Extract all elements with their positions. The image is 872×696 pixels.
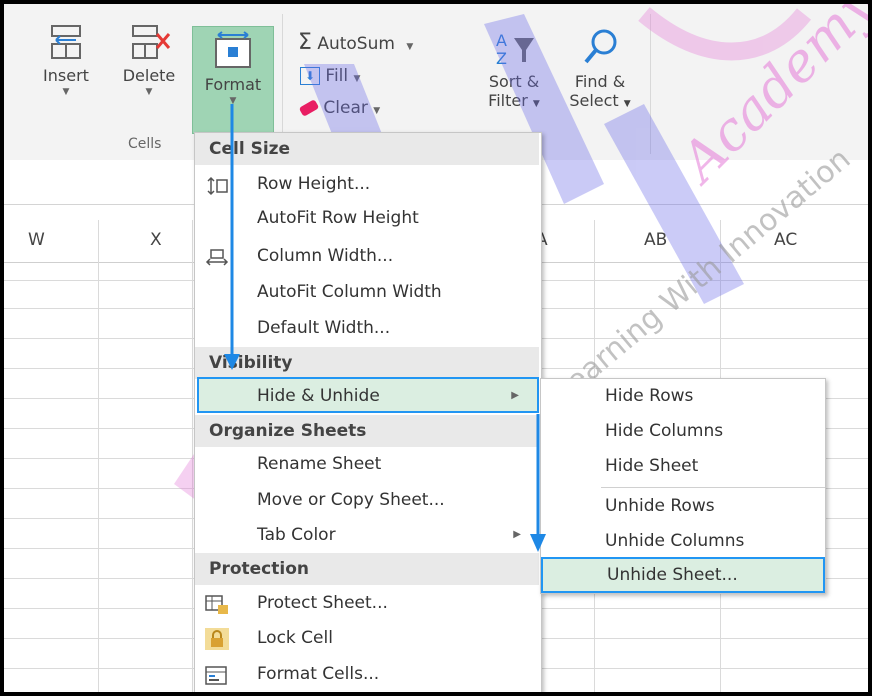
find-select-label-2: Select: [569, 91, 619, 110]
lock-icon: [205, 628, 229, 650]
sort-filter-label-1: Sort &: [488, 72, 540, 91]
menu-item-label: Row Height...: [257, 174, 371, 194]
column-header-ac[interactable]: AC: [774, 230, 797, 250]
format-label: Format: [204, 75, 262, 94]
sort-filter-button[interactable]: A Z Sort & Filter ▼: [474, 28, 554, 110]
row-height-icon: [205, 174, 229, 196]
chevron-down-icon: ▼: [229, 96, 237, 106]
chevron-down-icon: ▼: [145, 87, 153, 97]
menu-item-move-copy-sheet[interactable]: Move or Copy Sheet...: [195, 483, 539, 517]
submenu-arrow-icon: ▶: [513, 529, 521, 540]
menu-item-label: Protect Sheet...: [257, 593, 388, 613]
find-select-button[interactable]: Find & Select ▼: [560, 28, 640, 110]
menu-item-column-width[interactable]: Column Width...: [195, 239, 539, 273]
menu-item-label: AutoFit Column Width: [257, 282, 442, 302]
menu-item-label: Hide & Unhide: [257, 386, 380, 406]
format-cells-icon: [215, 31, 251, 68]
menu-item-label: AutoFit Row Height: [257, 208, 419, 228]
menu-item-label: Format Cells...: [257, 664, 380, 684]
menu-item-tab-color[interactable]: Tab Color ▶: [195, 518, 539, 552]
column-header-x[interactable]: X: [150, 230, 162, 250]
svg-text:A: A: [496, 31, 507, 50]
find-select-label-2-row: Select ▼: [560, 91, 640, 110]
menu-item-lock-cell[interactable]: Lock Cell: [195, 621, 539, 655]
chevron-down-icon: ▼: [373, 106, 381, 116]
sigma-icon: Σ: [298, 30, 312, 55]
autosum-button[interactable]: Σ AutoSum ▼: [298, 30, 413, 55]
insert-label: Insert: [43, 66, 89, 85]
submenu-item-hide-sheet[interactable]: Hide Sheet: [541, 449, 825, 484]
sort-filter-label-2: Filter: [488, 91, 528, 110]
excel-window: Insert ▼ Delete ▼ Format ▼ Cells Σ AutoS…: [4, 4, 868, 692]
autosum-label: AutoSum: [317, 34, 395, 54]
organize-sheets-header: Organize Sheets: [195, 415, 539, 447]
menu-item-label: Tab Color: [257, 525, 336, 545]
format-button[interactable]: Format ▼: [192, 26, 274, 134]
submenu-item-unhide-sheet[interactable]: Unhide Sheet...: [541, 557, 825, 593]
submenu-arrow-icon: ▶: [511, 390, 519, 401]
menu-item-hide-unhide[interactable]: Hide & Unhide ▶: [197, 377, 539, 413]
submenu-separator: [601, 487, 825, 488]
protection-header: Protection: [195, 553, 539, 585]
format-dropdown-menu: Cell Size Row Height... AutoFit Row Heig…: [194, 132, 542, 692]
menu-item-default-width[interactable]: Default Width...: [195, 311, 539, 345]
ribbon-separator: [650, 14, 651, 154]
submenu-item-hide-columns[interactable]: Hide Columns: [541, 414, 825, 449]
fill-label: Fill: [325, 66, 349, 86]
menu-item-rename-sheet[interactable]: Rename Sheet: [195, 447, 539, 481]
clear-button[interactable]: Clear ▼: [298, 98, 381, 118]
chevron-down-icon: ▼: [532, 99, 540, 109]
menu-item-row-height[interactable]: Row Height...: [195, 167, 539, 201]
chevron-down-icon: ▼: [353, 74, 361, 84]
eraser-icon: [298, 99, 320, 117]
grid-line: [98, 220, 99, 692]
fill-down-icon: ⬇: [300, 67, 320, 85]
menu-item-label: Move or Copy Sheet...: [257, 490, 445, 510]
cells-group-label: Cells: [128, 136, 162, 152]
chevron-down-icon: ▼: [62, 87, 70, 97]
submenu-item-unhide-rows[interactable]: Unhide Rows: [541, 489, 825, 524]
chevron-down-icon: ▼: [623, 99, 631, 109]
visibility-header: Visibility: [195, 347, 539, 379]
menu-item-format-cells[interactable]: Format Cells...: [195, 657, 539, 691]
insert-cells-icon: [51, 25, 81, 59]
grid-line: [192, 220, 193, 692]
insert-button[interactable]: Insert ▼: [34, 22, 98, 97]
submenu-item-unhide-columns[interactable]: Unhide Columns: [541, 524, 825, 559]
clear-label: Clear: [323, 98, 368, 118]
sort-filter-label-2-row: Filter ▼: [474, 91, 554, 110]
chevron-down-icon: ▼: [406, 42, 414, 52]
menu-item-autofit-row-height[interactable]: AutoFit Row Height: [195, 201, 539, 235]
column-header-ab[interactable]: AB: [644, 230, 667, 250]
protect-sheet-icon: [205, 593, 229, 614]
menu-item-label: Lock Cell: [257, 628, 333, 648]
column-width-icon: [205, 246, 229, 266]
submenu-item-hide-rows[interactable]: Hide Rows: [541, 379, 825, 414]
menu-item-label: Rename Sheet: [257, 454, 382, 474]
menu-item-protect-sheet[interactable]: Protect Sheet...: [195, 586, 539, 620]
delete-button[interactable]: Delete ▼: [116, 22, 182, 97]
hide-unhide-submenu: Hide Rows Hide Columns Hide Sheet Unhide…: [540, 378, 826, 594]
sort-filter-icon: A Z: [496, 31, 534, 68]
menu-item-label: Column Width...: [257, 246, 394, 266]
fill-button[interactable]: ⬇ Fill ▼: [300, 66, 360, 86]
column-header-w[interactable]: W: [28, 230, 45, 250]
format-cells-dialog-icon: [205, 664, 229, 685]
svg-text:Z: Z: [496, 49, 507, 68]
find-select-label-1: Find &: [574, 72, 626, 91]
delete-cells-icon: [132, 25, 171, 59]
delete-label: Delete: [122, 66, 176, 85]
cell-size-header: Cell Size: [195, 133, 539, 165]
menu-item-autofit-column-width[interactable]: AutoFit Column Width: [195, 275, 539, 309]
menu-item-label: Default Width...: [257, 318, 391, 338]
magnifier-icon: [584, 29, 617, 64]
